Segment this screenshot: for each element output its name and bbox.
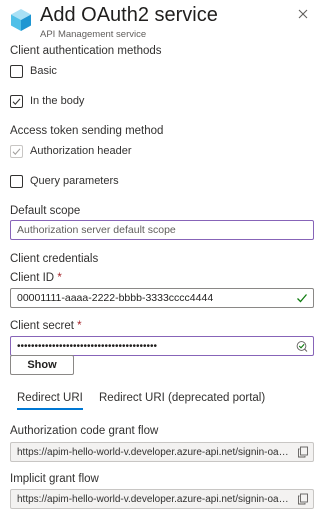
authorization-header-checkbox-label: Authorization header (30, 145, 132, 157)
copy-icon[interactable] (297, 446, 309, 458)
valid-edit-icon (296, 341, 308, 352)
checkmark-icon (12, 147, 21, 155)
client-id-input[interactable]: 00001111-aaaa-2222-bbbb-3333cccc4444 (10, 288, 314, 308)
required-marker: * (57, 272, 62, 284)
show-secret-button[interactable]: Show (10, 355, 74, 375)
copy-icon[interactable] (297, 493, 309, 505)
in-the-body-checkbox[interactable] (10, 94, 23, 108)
client-secret-masked-value: •••••••••••••••••••••••••••••••••••••••• (17, 340, 158, 352)
required-marker: * (77, 320, 82, 332)
query-parameters-checkbox[interactable] (10, 174, 23, 188)
implicit-redirect-url: https://apim-hello-world-v.developer.azu… (17, 493, 289, 505)
in-the-body-checkbox-label: In the body (30, 95, 85, 107)
tab-redirect-uri-deprecated-portal[interactable]: Redirect URI (deprecated portal) (99, 392, 265, 408)
query-parameters-checkbox-label: Query parameters (30, 175, 119, 187)
query-parameters-checkbox-row[interactable]: Query parameters (10, 173, 119, 189)
panel-header: Add OAuth2 service API Management servic… (10, 4, 312, 44)
client-auth-methods-label: Client authentication methods (10, 45, 162, 57)
cube-icon (11, 9, 31, 31)
auth-code-redirect-url-field: https://apim-hello-world-v.developer.azu… (10, 442, 314, 462)
basic-checkbox-row[interactable]: Basic (10, 63, 57, 79)
client-secret-label: Client secret * (10, 320, 82, 332)
authorization-header-checkbox-row: Authorization header (10, 143, 132, 159)
basic-checkbox-label: Basic (30, 65, 57, 77)
implicit-grant-flow-label: Implicit grant flow (10, 473, 99, 485)
auth-code-grant-flow-label: Authorization code grant flow (10, 425, 159, 437)
tab-redirect-uri[interactable]: Redirect URI (17, 392, 83, 410)
basic-checkbox[interactable] (10, 64, 23, 78)
default-scope-placeholder: Authorization server default scope (17, 224, 176, 236)
checkmark-icon (297, 294, 307, 303)
client-id-label-text: Client ID (10, 272, 55, 284)
auth-code-redirect-url: https://apim-hello-world-v.developer.azu… (17, 446, 289, 458)
client-secret-label-text: Client secret (10, 320, 74, 332)
client-credentials-label: Client credentials (10, 253, 99, 265)
close-icon[interactable] (296, 7, 310, 21)
default-scope-input[interactable]: Authorization server default scope (10, 220, 314, 240)
client-secret-input[interactable]: •••••••••••••••••••••••••••••••••••••••• (10, 336, 314, 356)
page-title: Add OAuth2 service (40, 4, 218, 26)
authorization-header-checkbox (10, 144, 23, 158)
token-sending-method-label: Access token sending method (10, 125, 164, 137)
implicit-redirect-url-field: https://apim-hello-world-v.developer.azu… (10, 489, 314, 509)
client-id-label: Client ID * (10, 272, 62, 284)
in-the-body-checkbox-row[interactable]: In the body (10, 93, 84, 109)
default-scope-label: Default scope (10, 205, 81, 217)
page-subtitle: API Management service (40, 29, 147, 40)
redirect-tabs: Redirect URI Redirect URI (deprecated po… (10, 392, 314, 414)
client-id-value: 00001111-aaaa-2222-bbbb-3333cccc4444 (17, 292, 214, 304)
checkmark-icon (12, 97, 21, 105)
